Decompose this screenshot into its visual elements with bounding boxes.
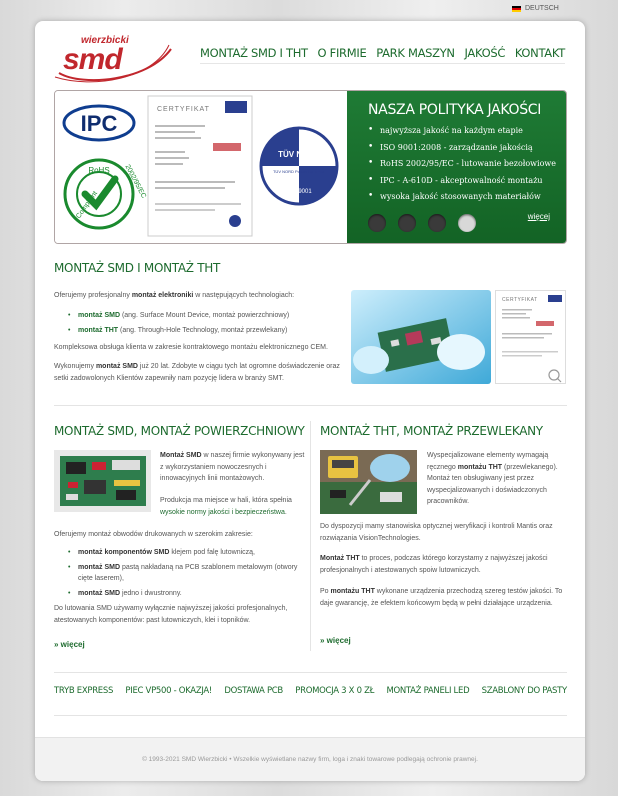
link-promocja[interactable]: PROMOCJA 3 x 0 zł <box>295 686 374 696</box>
section-title-smd-surface: MONTAŻ SMD, MONTAŻ POWIERZCHNIOWY <box>54 424 305 438</box>
section1-intro: Oferujemy profesjonalny montaż elektroni… <box>54 292 295 299</box>
links-top-divider <box>54 672 567 673</box>
slider-dot-2[interactable] <box>398 214 416 232</box>
language-switch[interactable]: DEUTSCH <box>512 5 559 12</box>
copyright-text: © 1993-2021 SMD Wierzbicki • Wszelkie wy… <box>142 756 478 763</box>
list-item: IPC - A-610D - akceptowalność montażu <box>368 175 566 185</box>
link-dostawa-pcb[interactable]: DOSTAWA PCB <box>224 686 283 696</box>
main-nav: MONTAŻ SMD I THT O FIRMIE PARK MASZYN JA… <box>200 43 565 63</box>
links-bottom-divider <box>54 715 567 716</box>
section-title-smd-tht: MONTAŻ SMD I MONTAŻ THT <box>54 261 220 275</box>
quality-slider: IPC RoHS Compliant 2002/95/EC CERTYFIKAT <box>54 90 567 244</box>
footer: © 1993-2021 SMD Wierzbicki • Wszelkie wy… <box>35 737 585 781</box>
page-container: wierzbicki smd MONTAŻ SMD I THT O FIRMIE… <box>35 21 585 781</box>
section2-materials-text: Do lutowania SMD używamy wyłącznie najwy… <box>54 605 288 624</box>
quality-policy-list: najwyższa jakość na każdym etapie ISO 90… <box>368 125 566 201</box>
soldering-image <box>320 450 417 514</box>
quality-policy-title: NASZA POLITYKA JAKOŚCI <box>368 102 542 118</box>
tht-soldering-photo[interactable] <box>320 450 417 514</box>
svg-text:RoHS: RoHS <box>88 166 109 175</box>
section3-verification-text: Do dyspozycji mamy stanowiska optycznej … <box>320 523 553 542</box>
section2-range-text: Oferujemy montaż obwodów drukowanych w s… <box>54 531 253 538</box>
svg-text:TÜV NORD Polska Sp. z o.o.: TÜV NORD Polska Sp. z o.o. <box>273 169 325 174</box>
pcb-handling-image <box>351 290 491 384</box>
svg-text:ISO 9001: ISO 9001 <box>286 189 312 195</box>
section1-experience-text: Wykonujemy montaż SMD już 20 lat. Zdobyt… <box>54 363 340 382</box>
smd-assembly-photo[interactable] <box>351 290 491 384</box>
link-szablony-do-pasty[interactable]: SZABLONY DO PASTY <box>482 686 568 696</box>
list-item: wysoka jakość stosowanych materiałów <box>368 191 566 201</box>
section1-cem-text: Kompleksowa obsługa klienta w zakresie k… <box>54 344 328 351</box>
section3-process-text: Montaż THT to proces, podczas którego ko… <box>320 555 548 574</box>
slider-more-link[interactable]: więcej <box>528 212 550 221</box>
column-divider <box>310 421 311 651</box>
section3-specialized-text: Wyspecjalizowane elementy wymagają ręczn… <box>427 452 558 505</box>
link-tryb-express[interactable]: TRYB EXPRESS <box>54 686 113 696</box>
section1-list: montaż SMD (ang. Surface Mount Device, m… <box>68 310 358 339</box>
list-item: montaż SMD pastą nakładaną na PCB szablo… <box>68 562 308 585</box>
pcb-board-image <box>54 450 151 512</box>
section2-more-link[interactable]: » więcej <box>54 640 85 649</box>
list-item: ISO 9001:2008 - zarządzanie jakością <box>368 142 566 152</box>
certification-badges-image: IPC RoHS Compliant 2002/95/EC CERTYFIKAT <box>62 95 339 237</box>
section-title-tht: MONTAŻ THT, MONTAŻ PRZEWLEKANY <box>320 424 543 438</box>
section3-more-link[interactable]: » więcej <box>320 636 351 645</box>
svg-text:TÜV NORD: TÜV NORD <box>278 150 320 159</box>
smd-board-photo[interactable] <box>54 450 151 512</box>
section2-list: montaż komponentów SMD klejem pod falę l… <box>68 547 308 602</box>
smd-logo[interactable]: wierzbicki smd <box>53 29 173 87</box>
slider-dot-3[interactable] <box>428 214 446 232</box>
nav-o-firmie[interactable]: O FIRMIE <box>318 46 367 60</box>
svg-text:CERTYFIKAT: CERTYFIKAT <box>502 297 538 303</box>
nav-montaz-smd-tht[interactable]: MONTAŻ SMD I THT <box>200 46 308 60</box>
svg-text:smd: smd <box>63 43 123 76</box>
slider-badges: IPC RoHS Compliant 2002/95/EC CERTYFIKAT <box>55 91 347 243</box>
slider-pagination <box>368 214 476 232</box>
nav-jakosc[interactable]: JAKOŚĆ <box>465 46 506 60</box>
list-item: najwyższa jakość na każdym etapie <box>368 125 566 135</box>
list-item: montaż SMD jedno i dwustronny. <box>68 588 308 600</box>
promo-links: TRYB EXPRESS PIEC VP500 - OKAZJA! DOSTAW… <box>54 686 567 696</box>
section3-tests-text: Po montażu THT wykonane urządzenia przec… <box>320 588 563 607</box>
section2-lines-text: Montaż SMD w naszej firmie wykonywany je… <box>160 452 305 482</box>
section2-hall-text: Produkcja ma miejsce w hali, która spełn… <box>160 497 292 516</box>
svg-text:IPC: IPC <box>81 111 118 136</box>
certificate-thumbnail[interactable]: CERTYFIKAT <box>495 290 566 384</box>
quality-standards-link[interactable]: wysokie normy jakości i bezpieczeństwa <box>160 509 285 516</box>
section-divider <box>54 405 567 406</box>
list-item: montaż komponentów SMD klejem pod falę l… <box>68 547 308 559</box>
list-item: montaż SMD (ang. Surface Mount Device, m… <box>68 310 358 322</box>
link-piec-vp500[interactable]: PIEC VP500 - OKAZJA! <box>125 686 212 696</box>
certificate-image: CERTYFIKAT <box>502 295 562 383</box>
quality-policy-panel: NASZA POLITYKA JAKOŚCI najwyższa jakość … <box>347 91 566 243</box>
nav-kontakt[interactable]: KONTAKT <box>515 46 565 60</box>
slider-dot-1[interactable] <box>368 214 386 232</box>
language-label: DEUTSCH <box>525 5 559 12</box>
svg-text:CERTYFIKAT: CERTYFIKAT <box>157 106 210 113</box>
link-montaz-paneli-led[interactable]: MONTAŻ PANELI LED <box>386 686 469 696</box>
slider-dot-4[interactable] <box>458 214 476 232</box>
list-item: montaż THT (ang. Through-Hole Technology… <box>68 325 358 337</box>
nav-park-maszyn[interactable]: PARK MASZYN <box>376 46 455 60</box>
list-item: RoHS 2002/95/EC - lutowanie bezołowiowe <box>368 158 566 168</box>
nav-divider <box>200 63 565 64</box>
german-flag-icon <box>512 5 521 12</box>
